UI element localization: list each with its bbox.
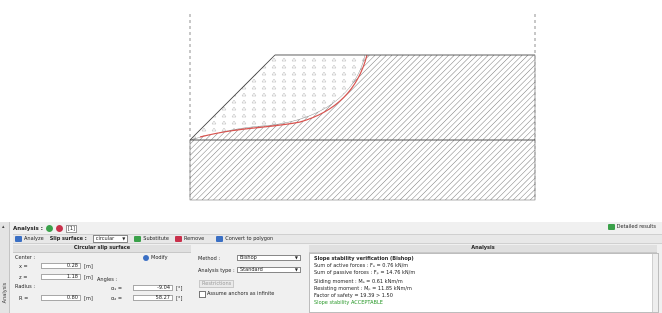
analysis-header-row: Analysis : [1] Detailed results	[13, 224, 658, 233]
alpha1-field[interactable]: -9.04	[133, 285, 173, 291]
radius-label: Radius :	[15, 284, 36, 290]
resisting-moment-line: Resisting moment : Mₚ = 11.85 kNm/m	[314, 286, 412, 292]
detailed-results-label: Detailed results	[616, 224, 656, 230]
slip-surface-value: circular	[95, 236, 115, 242]
side-tab[interactable]: ▴ Analysis	[0, 222, 10, 313]
modify-label: Modify	[151, 255, 168, 261]
method-value: Bishop	[240, 255, 257, 261]
chevron-down-icon: ▼	[294, 255, 298, 260]
lower-soil-layer	[189, 139, 536, 201]
detailed-results-icon	[607, 224, 615, 230]
sliding-moment-line: Sliding moment : Mₐ = 0.61 kNm/m	[314, 279, 403, 285]
panel-content: Circular slip surface Analysis Center : …	[13, 245, 662, 313]
alpha2-field[interactable]: 58.27	[133, 295, 173, 301]
analysis-section-header: Analysis	[309, 245, 657, 253]
r-unit: [m]	[84, 296, 93, 302]
chevron-down-icon: ▼	[122, 236, 126, 241]
remove-button[interactable]: Remove	[174, 236, 205, 242]
substitute-button[interactable]: Substitute	[134, 236, 169, 242]
result-status: Slope stability ACCEPTABLE	[314, 300, 383, 306]
drawing-canvas[interactable]	[0, 0, 662, 223]
alpha2-unit: [°]	[176, 296, 183, 302]
slip-surface-select[interactable]: circular ▼	[92, 235, 129, 243]
z-label: z =	[19, 275, 28, 281]
remove-label: Remove	[183, 236, 205, 242]
method-select[interactable]: Bishop ▼	[237, 255, 301, 261]
anchors-checkbox[interactable]	[199, 291, 206, 298]
anchors-label: Assume anchors as infinite	[207, 291, 275, 297]
substitute-icon	[134, 236, 142, 242]
analysis-panel: ▴ Analysis Analysis : [1] Detailed resul…	[0, 222, 662, 313]
add-stage-icon[interactable]	[45, 225, 53, 232]
slip-surface-label: Slip surface :	[49, 236, 87, 242]
center-x-field[interactable]: 0.28	[41, 263, 81, 269]
modify-icon	[143, 255, 149, 261]
chevron-down-icon: ▼	[294, 267, 298, 272]
collapse-arrow-icon[interactable]: ▴	[2, 224, 5, 230]
convert-to-polygon-button[interactable]: Convert to polygon	[216, 236, 273, 242]
method-label: Method :	[198, 256, 221, 262]
analysis-title: Analysis :	[13, 225, 43, 232]
detailed-results-button[interactable]: Detailed results	[607, 224, 656, 230]
x-unit: [m]	[84, 264, 93, 270]
analyze-icon	[15, 236, 22, 242]
restrictions-button[interactable]: Restrictions	[199, 280, 235, 288]
convert-icon	[216, 236, 224, 242]
slope-model-drawing	[189, 14, 536, 201]
analyze-label: Analyze	[24, 236, 44, 242]
convert-label: Convert to polygon	[225, 236, 274, 242]
output-scrollbar[interactable]	[652, 254, 658, 312]
x-label: x =	[19, 264, 28, 270]
passive-forces-line: Sum of passive forces : Fₚ = 14.76 kN/m	[314, 270, 416, 276]
remove-stage-icon[interactable]	[55, 225, 63, 232]
analysis-type-label: Analysis type :	[198, 268, 235, 274]
stage-selector[interactable]: [1]	[65, 224, 77, 233]
active-forces-line: Sum of active forces : Fₐ = 0.76 kN/m	[314, 263, 409, 269]
center-z-field[interactable]: 1.18	[41, 274, 81, 280]
center-label: Center :	[15, 255, 36, 261]
analysis-type-select[interactable]: Standard ▼	[237, 267, 301, 273]
alpha1-label: α₁ =	[111, 286, 123, 292]
z-unit: [m]	[84, 275, 93, 281]
angles-label: Angles :	[97, 277, 118, 283]
analysis-toolbar: Analyze Slip surface : circular ▼ Substi…	[13, 234, 662, 244]
side-tab-label: Analysis	[2, 282, 8, 304]
alpha2-label: α₂ =	[111, 296, 123, 302]
alpha1-unit: [°]	[176, 286, 183, 292]
circular-section-header: Circular slip surface	[13, 245, 191, 253]
analysis-output: Slope stability verification (Bishop) Su…	[309, 253, 659, 313]
substitute-label: Substitute	[143, 236, 169, 242]
analysis-type-value: Standard	[240, 267, 263, 273]
factor-of-safety-line: Factor of safety = 19.39 > 1.50	[314, 293, 393, 299]
verification-title: Slope stability verification (Bishop)	[314, 256, 414, 262]
analyze-button[interactable]: Analyze	[15, 236, 44, 242]
remove-icon	[174, 236, 182, 242]
radius-field[interactable]: 0.80	[41, 295, 81, 301]
modify-button[interactable]: Modify	[143, 255, 168, 261]
r-label: R =	[19, 296, 29, 302]
